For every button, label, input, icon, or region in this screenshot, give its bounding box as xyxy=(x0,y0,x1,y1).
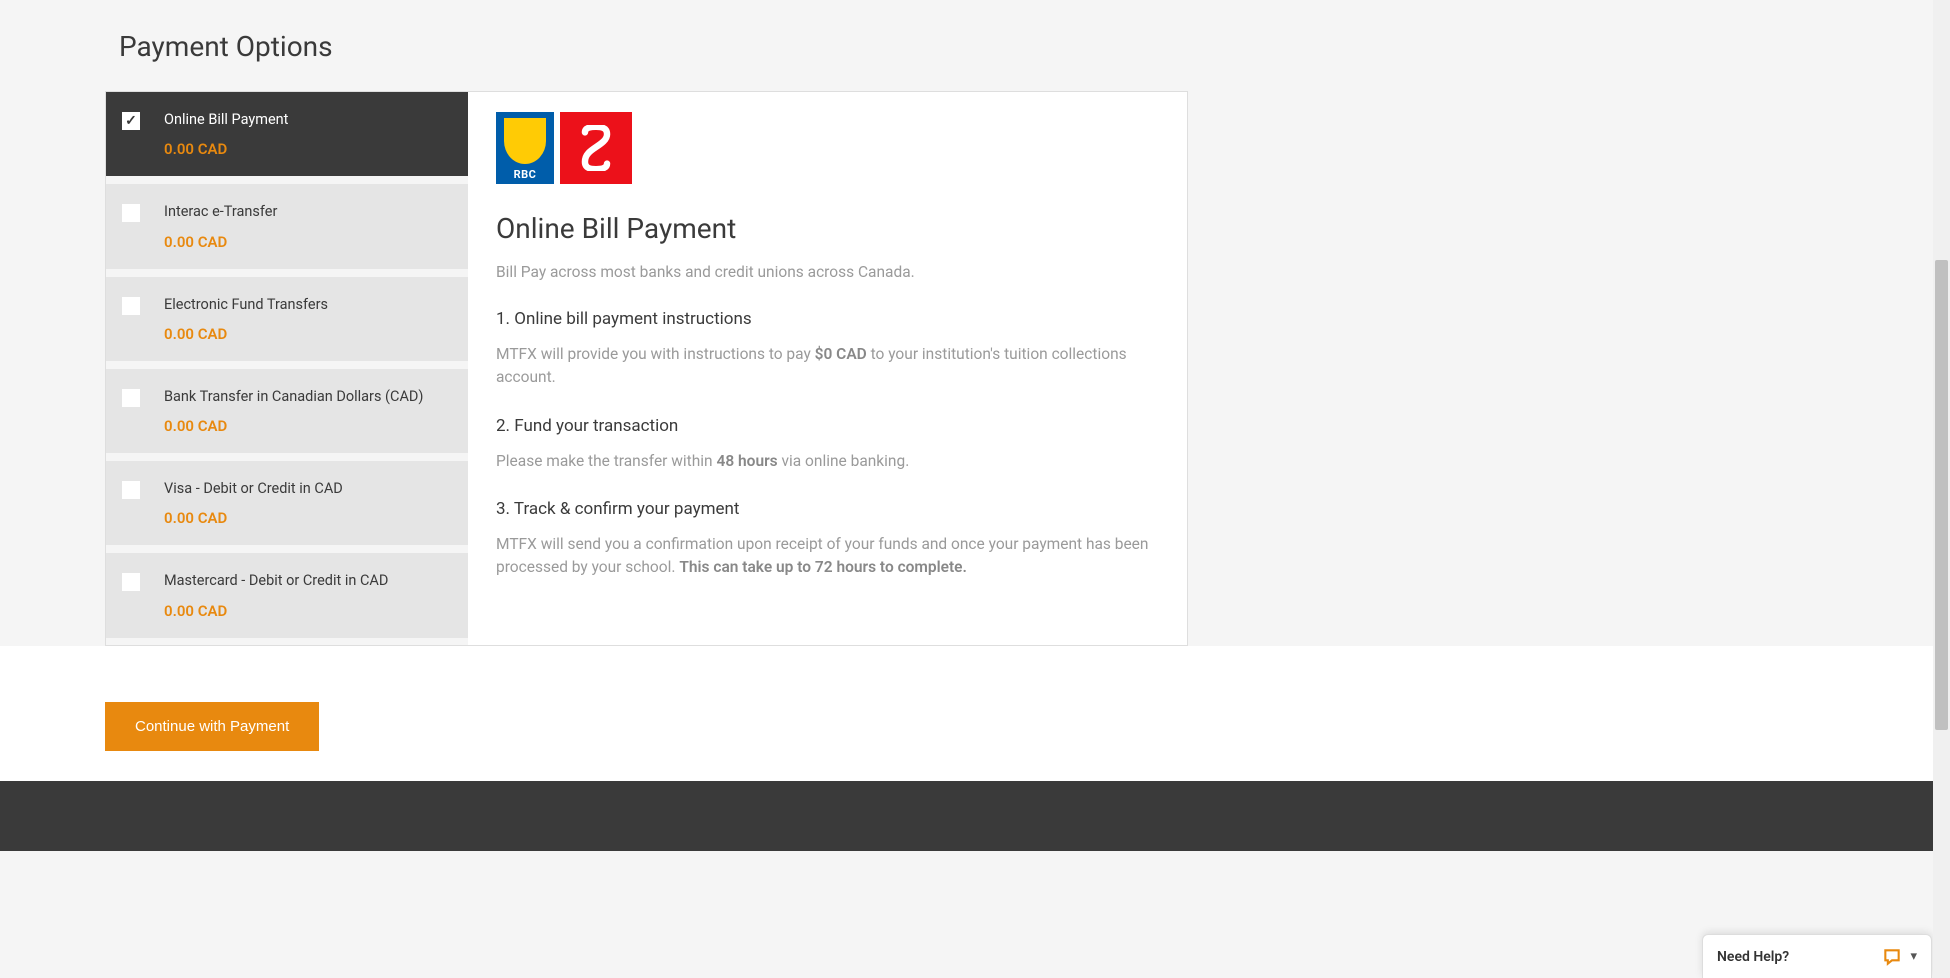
checkbox-icon[interactable] xyxy=(122,204,140,222)
checkbox-icon[interactable] xyxy=(122,112,140,130)
checkbox-icon[interactable] xyxy=(122,389,140,407)
option-price: 0.00 CAD xyxy=(164,602,452,620)
footer-bar xyxy=(0,781,1950,851)
help-label: Need Help? xyxy=(1717,949,1789,965)
scrollbar-thumb[interactable] xyxy=(1935,260,1948,730)
option-price: 0.00 CAD xyxy=(164,140,452,158)
option-interac-etransfer[interactable]: Interac e-Transfer 0.00 CAD xyxy=(106,184,468,276)
option-price: 0.00 CAD xyxy=(164,325,452,343)
option-price: 0.00 CAD xyxy=(164,417,452,435)
option-visa[interactable]: Visa - Debit or Credit in CAD 0.00 CAD xyxy=(106,461,468,553)
page-title: Payment Options xyxy=(105,30,1188,63)
bank-logos: RBC xyxy=(496,112,1159,184)
detail-title: Online Bill Payment xyxy=(496,212,1159,245)
step-3-desc: MTFX will send you a confirmation upon r… xyxy=(496,533,1159,580)
continue-button[interactable]: Continue with Payment xyxy=(105,702,319,751)
option-detail-panel: RBC Online Bill Payment Bill Pay across … xyxy=(468,92,1187,645)
option-label: Visa - Debit or Credit in CAD xyxy=(164,479,452,499)
step-1-desc: MTFX will provide you with instructions … xyxy=(496,343,1159,390)
option-price: 0.00 CAD xyxy=(164,233,452,251)
option-label: Bank Transfer in Canadian Dollars (CAD) xyxy=(164,387,452,407)
detail-subtitle: Bill Pay across most banks and credit un… xyxy=(496,263,1159,281)
checkbox-icon[interactable] xyxy=(122,481,140,499)
help-widget[interactable]: Need Help? ▾ xyxy=(1702,934,1932,978)
payment-options-panel: Online Bill Payment 0.00 CAD Interac e-T… xyxy=(105,91,1188,646)
rbc-logo-icon: RBC xyxy=(496,112,554,184)
chevron-down-icon[interactable]: ▾ xyxy=(1910,949,1917,964)
step-2-title: 2. Fund your transaction xyxy=(496,416,1159,436)
option-online-bill-payment[interactable]: Online Bill Payment 0.00 CAD xyxy=(106,92,468,184)
option-mastercard[interactable]: Mastercard - Debit or Credit in CAD 0.00… xyxy=(106,553,468,637)
step-3-title: 3. Track & confirm your payment xyxy=(496,499,1159,519)
step-1-title: 1. Online bill payment instructions xyxy=(496,309,1159,329)
option-label: Electronic Fund Transfers xyxy=(164,295,452,315)
scotiabank-logo-icon xyxy=(560,112,632,184)
option-eft[interactable]: Electronic Fund Transfers 0.00 CAD xyxy=(106,277,468,369)
option-price: 0.00 CAD xyxy=(164,509,452,527)
checkbox-icon[interactable] xyxy=(122,573,140,591)
scrollbar[interactable] xyxy=(1933,0,1950,978)
option-bank-transfer-cad[interactable]: Bank Transfer in Canadian Dollars (CAD) … xyxy=(106,369,468,461)
chat-icon xyxy=(1882,947,1902,967)
checkbox-icon[interactable] xyxy=(122,297,140,315)
option-label: Online Bill Payment xyxy=(164,110,452,130)
option-label: Interac e-Transfer xyxy=(164,202,452,222)
step-2-desc: Please make the transfer within 48 hours… xyxy=(496,450,1159,473)
payment-options-list: Online Bill Payment 0.00 CAD Interac e-T… xyxy=(106,92,468,645)
option-label: Mastercard - Debit or Credit in CAD xyxy=(164,571,452,591)
